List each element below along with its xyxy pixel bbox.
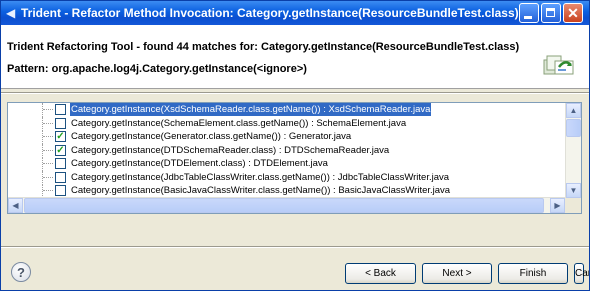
tree-line <box>42 130 53 144</box>
match-row[interactable]: Category.getInstance(SchemaElement.class… <box>8 116 565 131</box>
refactor-wizard-banner-icon <box>543 55 574 75</box>
vertical-scroll-thumb[interactable] <box>566 119 581 137</box>
horizontal-scrollbar[interactable]: ◀ ▶ <box>8 197 565 213</box>
matches-list: Category.getInstance(XsdSchemaReader.cla… <box>8 103 565 212</box>
tree-line <box>43 149 53 151</box>
back-button[interactable]: < Back <box>345 263 416 284</box>
tree-line <box>43 176 53 178</box>
footer-separator <box>1 246 589 248</box>
maximize-button[interactable] <box>541 3 561 23</box>
match-row[interactable]: Category.getInstance(BasicJavaClassWrite… <box>8 184 565 198</box>
next-button[interactable]: Next > <box>422 263 492 284</box>
match-label: Category.getInstance(XsdSchemaReader.cla… <box>70 103 432 116</box>
maximize-icon <box>546 8 555 17</box>
matches-tree[interactable]: Category.getInstance(XsdSchemaReader.cla… <box>7 102 582 214</box>
tree-line <box>43 109 53 110</box>
match-label: Category.getInstance(Generator.class.get… <box>71 131 352 142</box>
match-row[interactable]: Category.getInstance(DTDElement.class) :… <box>8 157 565 171</box>
match-label: Category.getInstance(BasicJavaClassWrite… <box>71 185 451 196</box>
tree-line <box>42 116 53 131</box>
vertical-scrollbar[interactable]: ▲ ▼ <box>565 103 581 198</box>
tree-line <box>43 190 53 191</box>
cancel-button[interactable]: Cancel <box>574 263 589 284</box>
tree-line <box>43 122 53 124</box>
match-row[interactable]: ✓ Category.getInstance(Generator.class.ge… <box>8 130 565 144</box>
unchecked-checkbox-icon[interactable] <box>55 171 66 183</box>
title-bar[interactable]: ◀ Trident - Refactor Method Invocation: … <box>1 1 589 25</box>
help-button[interactable]: ? <box>11 262 31 282</box>
dialog-window: ◀ Trident - Refactor Method Invocation: … <box>0 0 590 291</box>
tree-line <box>42 143 53 158</box>
unchecked-checkbox-icon[interactable] <box>55 117 66 129</box>
wizard-message: Pattern: org.apache.log4j.Category.getIn… <box>7 63 307 75</box>
minimize-icon <box>524 16 532 19</box>
match-row[interactable]: Category.getInstance(XsdSchemaReader.cla… <box>8 103 565 117</box>
match-label: Category.getInstance(JdbcTableClassWrite… <box>71 171 450 183</box>
tree-line <box>43 136 53 137</box>
scroll-up-icon[interactable]: ▲ <box>566 103 581 118</box>
horizontal-scroll-thumb[interactable] <box>24 198 544 213</box>
trident-icon: ◀ <box>6 6 16 20</box>
tree-line <box>42 184 53 198</box>
match-row[interactable]: ✓ Category.getInstance(DTDSchemaReader.cl… <box>8 143 565 158</box>
close-button[interactable]: ✕ <box>563 3 583 23</box>
unchecked-checkbox-icon[interactable] <box>55 185 66 196</box>
match-label: Category.getInstance(DTDSchemaReader.cla… <box>71 144 390 156</box>
match-row[interactable]: Category.getInstance(JdbcTableClassWrite… <box>8 170 565 185</box>
close-icon: ✕ <box>567 5 579 21</box>
scroll-down-icon[interactable]: ▼ <box>566 183 581 198</box>
checked-checkbox-icon[interactable]: ✓ <box>55 144 66 156</box>
wizard-title: Trident Refactoring Tool - found 44 matc… <box>7 41 520 53</box>
scrollbar-corner <box>565 198 581 213</box>
window-title: Trident - Refactor Method Invocation: Ca… <box>21 6 519 20</box>
match-label: Category.getInstance(SchemaElement.class… <box>71 117 407 129</box>
tree-line <box>43 163 53 164</box>
minimize-button[interactable] <box>519 3 539 23</box>
unchecked-checkbox-icon[interactable] <box>55 104 66 115</box>
match-label: Category.getInstance(DTDElement.class) :… <box>71 158 328 169</box>
unchecked-checkbox-icon[interactable] <box>55 158 66 169</box>
tree-line <box>42 170 53 185</box>
header-separator <box>1 92 589 94</box>
checked-checkbox-icon[interactable]: ✓ <box>55 131 66 142</box>
tree-line <box>42 103 53 117</box>
tree-line <box>42 157 53 171</box>
scroll-right-icon[interactable]: ▶ <box>550 198 565 213</box>
scroll-left-icon[interactable]: ◀ <box>8 198 23 213</box>
finish-button[interactable]: Finish <box>498 263 568 284</box>
wizard-header: Trident Refactoring Tool - found 44 matc… <box>1 25 589 89</box>
